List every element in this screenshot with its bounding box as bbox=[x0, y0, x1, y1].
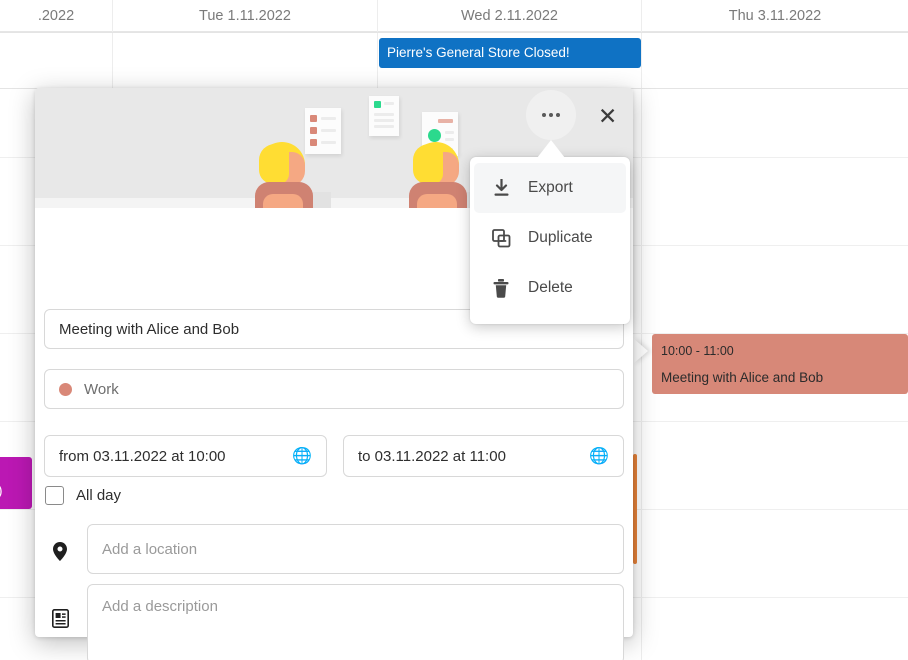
globe-icon[interactable]: 🌐 bbox=[292, 446, 312, 466]
calendar-event-all-day[interactable]: Pierre's General Store Closed! bbox=[379, 38, 641, 68]
more-options-menu: Export Duplicate Delete bbox=[470, 157, 630, 324]
event-title: rd) bbox=[0, 483, 3, 498]
export-icon bbox=[490, 179, 512, 197]
all-day-toggle-row[interactable]: All day bbox=[45, 486, 121, 505]
event-description-placeholder: Add a description bbox=[102, 598, 218, 615]
category-color-dot bbox=[59, 382, 72, 396]
dot bbox=[549, 113, 553, 117]
day-header-0: .2022 bbox=[37, 8, 75, 24]
event-location-placeholder: Add a location bbox=[102, 540, 198, 558]
menu-item-label: Duplicate bbox=[528, 229, 593, 246]
event-description-input[interactable]: Add a description bbox=[87, 584, 624, 660]
more-options-button[interactable] bbox=[526, 90, 576, 140]
event-start-datetime-input[interactable]: from 03.11.2022 at 10:00 🌐 bbox=[44, 435, 327, 477]
all-day-checkbox[interactable] bbox=[45, 486, 64, 505]
event-title: Pierre's General Store Closed! bbox=[387, 45, 570, 60]
event-title: Meeting with Alice and Bob bbox=[661, 370, 824, 385]
dot bbox=[556, 113, 560, 117]
popover-arrow bbox=[633, 338, 648, 364]
menu-item-label: Export bbox=[528, 179, 573, 196]
person-illustration-left bbox=[253, 142, 331, 208]
event-end-value: to 03.11.2022 at 11:00 bbox=[358, 447, 506, 465]
day-header-1: Tue 1.11.2022 bbox=[199, 8, 291, 24]
event-title-value: Meeting with Alice and Bob bbox=[59, 320, 240, 338]
event-location-input[interactable]: Add a location bbox=[87, 524, 624, 574]
calendar-event-meeting[interactable]: 10:00 - 11:00 Meeting with Alice and Bob bbox=[652, 334, 908, 394]
event-category-select[interactable]: Work bbox=[44, 369, 624, 409]
close-icon[interactable]: ✕ bbox=[592, 100, 622, 130]
duplicate-icon bbox=[490, 228, 512, 248]
calendar-event-orange[interactable] bbox=[633, 454, 637, 564]
column-divider-2 bbox=[641, 0, 642, 660]
day-header-3: Thu 3.11.2022 bbox=[728, 8, 822, 24]
menu-item-duplicate[interactable]: Duplicate bbox=[474, 213, 626, 263]
day-header-2: Wed 2.11.2022 bbox=[460, 8, 558, 24]
calendar-event-magenta[interactable]: rd) bbox=[0, 457, 32, 509]
location-pin-icon bbox=[47, 538, 73, 564]
event-time: 10:00 - 11:00 bbox=[661, 344, 734, 358]
description-icon bbox=[47, 605, 73, 631]
event-end-datetime-input[interactable]: to 03.11.2022 at 11:00 🌐 bbox=[343, 435, 624, 477]
text-document-icon bbox=[369, 96, 399, 136]
app-root: .2022 Tue 1.11.2022 Wed 2.11.2022 Thu 3.… bbox=[0, 0, 908, 660]
row-divider-0 bbox=[0, 32, 908, 33]
delete-icon bbox=[490, 278, 512, 298]
category-label: Work bbox=[84, 380, 119, 398]
event-start-value: from 03.11.2022 at 10:00 bbox=[59, 447, 226, 465]
globe-icon[interactable]: 🌐 bbox=[589, 446, 609, 466]
menu-item-delete[interactable]: Delete bbox=[474, 263, 626, 313]
menu-item-label: Delete bbox=[528, 279, 573, 296]
all-day-label: All day bbox=[76, 487, 122, 504]
menu-item-export[interactable]: Export bbox=[474, 163, 626, 213]
person-illustration-right bbox=[407, 142, 485, 208]
dot bbox=[542, 113, 546, 117]
menu-pointer bbox=[537, 140, 565, 158]
